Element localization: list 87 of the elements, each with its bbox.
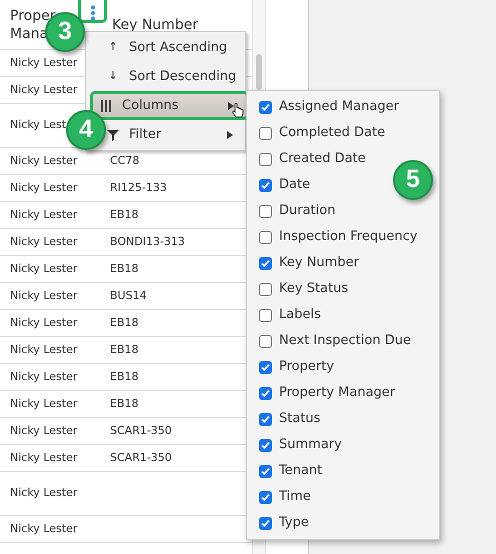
- column-option[interactable]: Key Status: [247, 276, 348, 302]
- checkbox[interactable]: [259, 100, 272, 114]
- table-cell-text: Nicky Lester: [10, 450, 78, 466]
- pointer-cursor-icon: [232, 103, 244, 119]
- checkbox[interactable]: [259, 464, 272, 478]
- table-cell-text: BUS14: [109, 288, 147, 304]
- table-cell-text: Nicky Lester: [10, 422, 78, 439]
- column-option[interactable]: Type: [247, 510, 309, 536]
- checkbox[interactable]: [259, 490, 272, 504]
- column-option[interactable]: Inspection Frequency: [247, 224, 418, 250]
- checkbox[interactable]: [259, 256, 272, 270]
- checkbox[interactable]: [259, 438, 272, 452]
- table-cell-text: EB18: [109, 206, 138, 223]
- checkbox[interactable]: [259, 386, 272, 400]
- table-cell-text: SCAR1-350: [109, 422, 172, 439]
- menu-item[interactable]: Columns: [90, 91, 249, 120]
- arrow-icon: ↑: [107, 39, 119, 56]
- menu-item[interactable]: ↓ Sort Descending: [107, 62, 245, 91]
- table-cell-text: Nicky Lester: [10, 206, 78, 223]
- checkbox[interactable]: [259, 126, 272, 140]
- table-cell-text: BONDI13-313: [109, 234, 185, 250]
- table-cell-text: EB18: [109, 368, 138, 385]
- column-option[interactable]: Tenant: [247, 458, 322, 484]
- checkbox[interactable]: [259, 308, 272, 322]
- table-cell-text: Nicky Lester: [10, 152, 78, 169]
- table-cell-text: Nicky Lest: [10, 117, 66, 134]
- table-cell-text: Nicky Lester: [10, 520, 78, 537]
- check-icon: [261, 440, 270, 450]
- column-option[interactable]: Next Inspection Due: [247, 328, 411, 354]
- checkbox[interactable]: [259, 282, 272, 296]
- menu-item[interactable]: ↑ Sort Ascending: [107, 33, 245, 62]
- table-cell-text: EB18: [109, 342, 138, 358]
- checkbox[interactable]: [259, 516, 272, 530]
- checkbox[interactable]: [259, 412, 272, 426]
- table-cell-text: Nicky Lester: [10, 260, 78, 277]
- column-option[interactable]: Created Date: [247, 146, 366, 172]
- column-option[interactable]: Duration: [247, 198, 336, 224]
- check-icon: [261, 414, 270, 424]
- table-cell-text: EB18: [109, 260, 138, 277]
- check-icon: [261, 518, 270, 528]
- check-icon: [261, 362, 270, 372]
- arrow-icon: ↓: [107, 68, 119, 85]
- submenu-arrow-icon: [228, 102, 234, 110]
- checkbox[interactable]: [259, 152, 272, 166]
- scrollbar-thumb[interactable]: [256, 54, 262, 90]
- table-cell-text: EB18: [109, 396, 138, 412]
- checkbox[interactable]: [259, 334, 272, 348]
- columns-icon: [100, 100, 112, 112]
- submenu-arrow-icon: [227, 130, 233, 138]
- filter-icon: [107, 128, 119, 140]
- table-cell-text: Nicky Lester: [10, 485, 78, 502]
- check-icon: [261, 492, 270, 502]
- checkbox[interactable]: [259, 204, 272, 218]
- column-option[interactable]: Completed Date: [247, 120, 386, 146]
- checkbox[interactable]: [259, 230, 272, 244]
- checkbox[interactable]: [259, 178, 272, 192]
- check-icon: [261, 388, 270, 398]
- column-option[interactable]: Labels: [247, 302, 321, 328]
- table-cell-text: RI125-133: [109, 180, 167, 196]
- check-icon: [261, 102, 270, 112]
- check-icon: [261, 180, 270, 190]
- table-cell-text: Nicky Lester: [10, 180, 78, 196]
- menu-item[interactable]: Filter: [107, 120, 245, 149]
- column-option[interactable]: Date: [247, 172, 310, 198]
- column-option[interactable]: Assigned Manager: [247, 94, 399, 120]
- table-cell-text: Nicky Lester: [10, 82, 78, 98]
- column-option[interactable]: Key Number: [247, 250, 359, 276]
- column-option[interactable]: Property: [247, 354, 334, 380]
- table-cell-text: Nicky Lester: [10, 314, 78, 331]
- table-cell-text: Nicky Lester: [10, 54, 78, 71]
- check-icon: [261, 258, 270, 268]
- column-option[interactable]: Time: [247, 484, 311, 510]
- checkbox[interactable]: [259, 360, 272, 374]
- table-cell-text: Nicky Lester: [10, 288, 78, 304]
- column-option[interactable]: Status: [247, 406, 320, 432]
- column-option[interactable]: Summary: [247, 432, 342, 458]
- table-cell-text: Nicky Lester: [10, 234, 78, 250]
- table-cell-text: SCAR1-350: [109, 450, 172, 466]
- table-cell-text: Nicky Lester: [10, 368, 78, 385]
- step-badge: 4: [66, 110, 106, 150]
- table-cell-text: EB18: [109, 314, 138, 331]
- table-cell-text: Nicky Lester: [10, 396, 78, 412]
- check-icon: [261, 466, 270, 476]
- kebab-menu-icon[interactable]: [90, 5, 96, 21]
- table-cell-text: Nicky Lester: [10, 342, 78, 358]
- column-option[interactable]: Property Manager: [247, 380, 396, 406]
- table-cell-text: CC78: [109, 152, 140, 169]
